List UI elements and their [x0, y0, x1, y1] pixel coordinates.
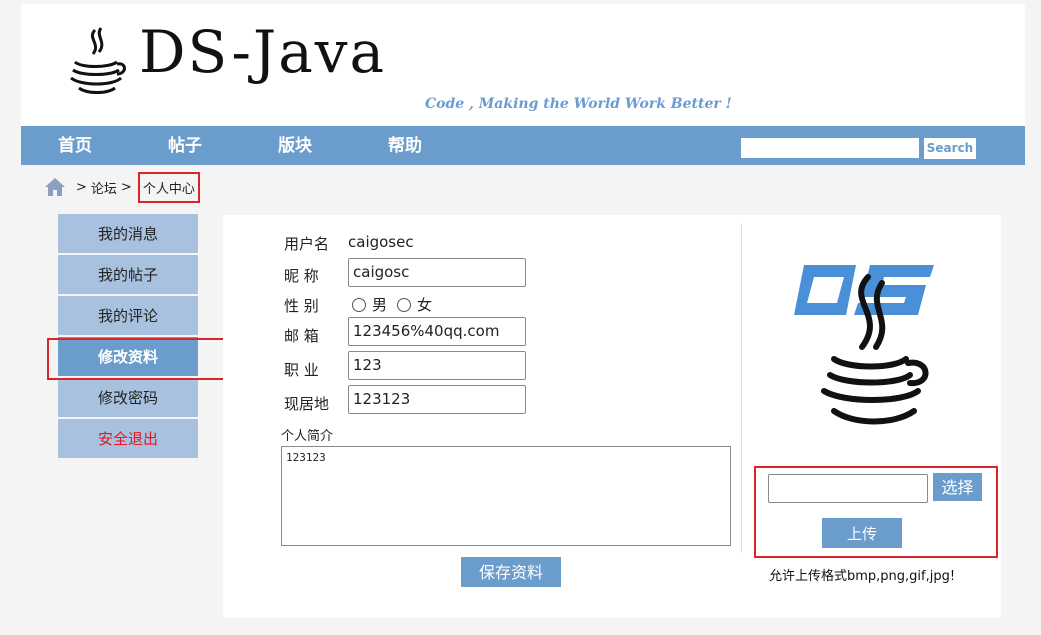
choose-file-button[interactable]: 选择	[933, 473, 982, 501]
main-navbar: 首页 帖子 版块 帮助 Search	[21, 126, 1025, 165]
sidebar-item-logout[interactable]: 安全退出	[58, 419, 198, 458]
edit-profile-highlight	[47, 338, 225, 380]
java-cup-logo	[70, 27, 126, 94]
home-icon[interactable]	[44, 177, 66, 197]
residence-field[interactable]: 123123	[348, 385, 526, 414]
gender-female-label: 女	[417, 296, 433, 314]
nav-posts[interactable]: 帖子	[168, 126, 202, 165]
gender-male-radio[interactable]	[352, 297, 366, 312]
job-label: 职 业	[284, 361, 319, 379]
profile-panel: 用户名 caigosec 昵 称 caigosc 性 别 男 女 邮 箱 123…	[223, 215, 1001, 618]
nickname-label: 昵 称	[284, 267, 319, 285]
upload-format-hint: 允许上传格式bmp,png,gif,jpg!	[769, 569, 956, 584]
residence-label: 现居地	[284, 395, 330, 413]
nav-home[interactable]: 首页	[58, 126, 92, 165]
avatar-image	[794, 265, 934, 425]
nav-help[interactable]: 帮助	[388, 126, 422, 165]
slogan: Code , Making the World Work Better !	[425, 96, 732, 112]
file-path-input[interactable]	[768, 474, 928, 503]
nav-boards[interactable]: 版块	[278, 126, 312, 165]
email-label: 邮 箱	[284, 327, 319, 345]
bio-label: 个人简介	[281, 429, 334, 444]
breadcrumb-current: 个人中心	[137, 171, 200, 203]
breadcrumb-forum[interactable]: 论坛	[91, 178, 117, 197]
sidebar-item-posts[interactable]: 我的帖子	[58, 255, 198, 294]
search-button[interactable]: Search	[924, 138, 976, 159]
sidebar-item-change-password[interactable]: 修改密码	[58, 378, 198, 417]
username-value: caigosec	[348, 233, 414, 251]
gender-male-label: 男	[372, 296, 388, 314]
upload-button[interactable]: 上传	[822, 518, 902, 548]
bio-textarea[interactable]: 123123	[281, 446, 731, 546]
nickname-field[interactable]: caigosc	[348, 258, 526, 287]
gender-label: 性 别	[284, 297, 319, 315]
search-input[interactable]	[741, 138, 919, 158]
username-label: 用户名	[284, 235, 330, 253]
gender-radio-group: 男 女	[352, 294, 442, 315]
logo-text: DS-Java	[139, 18, 387, 86]
breadcrumb: > 论坛 > 个人中心	[44, 171, 200, 203]
email-field[interactable]: 123456%40qq.com	[348, 317, 526, 346]
breadcrumb-separator: >	[76, 179, 87, 195]
sidebar-item-comments[interactable]: 我的评论	[58, 296, 198, 335]
site-header: DS-Java Code , Making the World Work Bet…	[21, 4, 1025, 126]
breadcrumb-separator: >	[120, 179, 132, 195]
gender-female-radio[interactable]	[397, 297, 412, 312]
job-field[interactable]: 123	[348, 351, 526, 380]
sidebar: 我的消息 我的帖子 我的评论 修改资料 修改密码 安全退出	[58, 214, 198, 460]
save-profile-button[interactable]: 保存资料	[461, 557, 561, 587]
panel-divider	[741, 223, 742, 553]
sidebar-item-messages[interactable]: 我的消息	[58, 214, 198, 253]
